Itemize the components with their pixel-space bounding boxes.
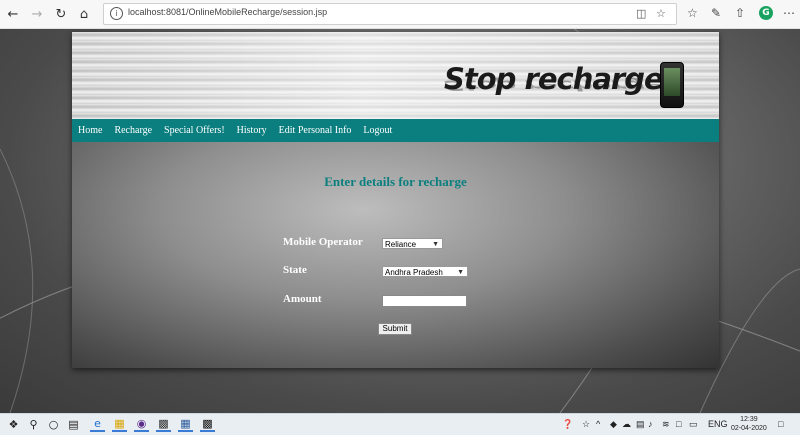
clock-time: 12:39: [740, 416, 758, 423]
back-icon[interactable]: ←: [4, 5, 22, 23]
nav-history[interactable]: History: [237, 125, 267, 136]
terminal-icon[interactable]: ▩: [156, 417, 171, 432]
nav-home[interactable]: Home: [78, 125, 102, 136]
clock[interactable]: 12:39 02-04-2020: [731, 415, 767, 433]
battery-icon[interactable]: ▭: [689, 419, 698, 430]
grammarly-icon[interactable]: G: [759, 6, 773, 20]
nav-special-offers[interactable]: Special Offers!: [164, 125, 225, 136]
clock-date: 02-04-2020: [731, 425, 767, 432]
editor-icon[interactable]: ▦: [178, 417, 193, 432]
nav-logout[interactable]: Logout: [363, 125, 392, 136]
cloud-icon[interactable]: ☁: [622, 419, 631, 430]
favorites-icon[interactable]: ☆: [687, 6, 698, 20]
info-icon[interactable]: i: [110, 7, 123, 20]
phone-icon: [660, 62, 684, 108]
edge-icon[interactable]: e: [90, 417, 105, 432]
nav-edit-personal-info[interactable]: Edit Personal Info: [279, 125, 352, 136]
task-view-icon[interactable]: ▤: [66, 417, 81, 432]
people-icon[interactable]: ☆: [582, 419, 590, 430]
wifi-icon[interactable]: ≋: [662, 419, 670, 430]
recharge-form-area: Enter details for recharge Mobile Operat…: [72, 142, 719, 368]
chevron-down-icon: ▼: [432, 241, 439, 248]
cortana-icon[interactable]: ○: [46, 417, 61, 432]
amount-input[interactable]: [382, 295, 467, 307]
chevron-down-icon: ▼: [457, 269, 464, 276]
form-heading: Enter details for recharge: [324, 174, 467, 189]
submit-button[interactable]: Submit: [378, 323, 412, 335]
more-icon[interactable]: ⋯: [783, 6, 795, 20]
search-icon[interactable]: ⚲: [26, 417, 41, 432]
dropbox-icon[interactable]: ◆: [610, 419, 617, 430]
help-icon[interactable]: ❓: [562, 419, 573, 430]
address-bar[interactable]: i localhost:8081/OnlineMobileRecharge/se…: [103, 3, 677, 25]
cmd-icon[interactable]: ▩: [200, 417, 215, 432]
amount-label: Amount: [283, 293, 322, 305]
main-nav: Home Recharge Special Offers! History Ed…: [72, 119, 719, 142]
chevron-up-icon[interactable]: ^: [596, 419, 600, 429]
forward-icon[interactable]: →: [28, 5, 46, 23]
favorite-star-icon[interactable]: ☆: [656, 7, 666, 20]
logo-reflection: Stop recharge: [444, 77, 663, 94]
chat-icon[interactable]: □: [676, 419, 681, 429]
network-icon[interactable]: ▤: [636, 419, 645, 430]
taskbar: ❖ ⚲ ○ ▤ e ▦ ◉ ▩ ▦ ▩ ❓ ☆ ^ ◆ ☁ ▤ ♪ ≋ □ ▭ …: [0, 413, 800, 435]
language-indicator[interactable]: ENG: [708, 419, 728, 429]
site-container: Stop recharge Stop recharge Home Recharg…: [72, 32, 719, 368]
windows-start-icon[interactable]: ❖: [6, 417, 21, 432]
file-explorer-icon[interactable]: ▦: [112, 417, 127, 432]
nav-recharge[interactable]: Recharge: [114, 125, 152, 136]
notification-icon[interactable]: □: [778, 419, 783, 429]
refresh-icon[interactable]: ↻: [52, 5, 70, 23]
home-icon[interactable]: ⌂: [75, 5, 93, 23]
site-banner: Stop recharge Stop recharge: [72, 32, 719, 119]
browser-toolbar: ← → ↻ ⌂ i localhost:8081/OnlineMobileRec…: [0, 0, 800, 29]
operator-select[interactable]: Reliance ▼: [382, 238, 443, 249]
volume-icon[interactable]: ♪: [648, 419, 653, 429]
page-background: Stop recharge Stop recharge Home Recharg…: [0, 29, 800, 413]
pen-icon[interactable]: ✎: [711, 6, 721, 20]
share-icon[interactable]: ⇧: [735, 6, 745, 20]
state-select[interactable]: Andhra Pradesh ▼: [382, 266, 468, 277]
operator-label: Mobile Operator: [283, 236, 363, 248]
app-icon[interactable]: ◉: [134, 417, 149, 432]
reading-view-icon[interactable]: ◫: [636, 7, 646, 20]
url-text[interactable]: localhost:8081/OnlineMobileRecharge/sess…: [128, 7, 327, 17]
state-label: State: [283, 264, 307, 276]
